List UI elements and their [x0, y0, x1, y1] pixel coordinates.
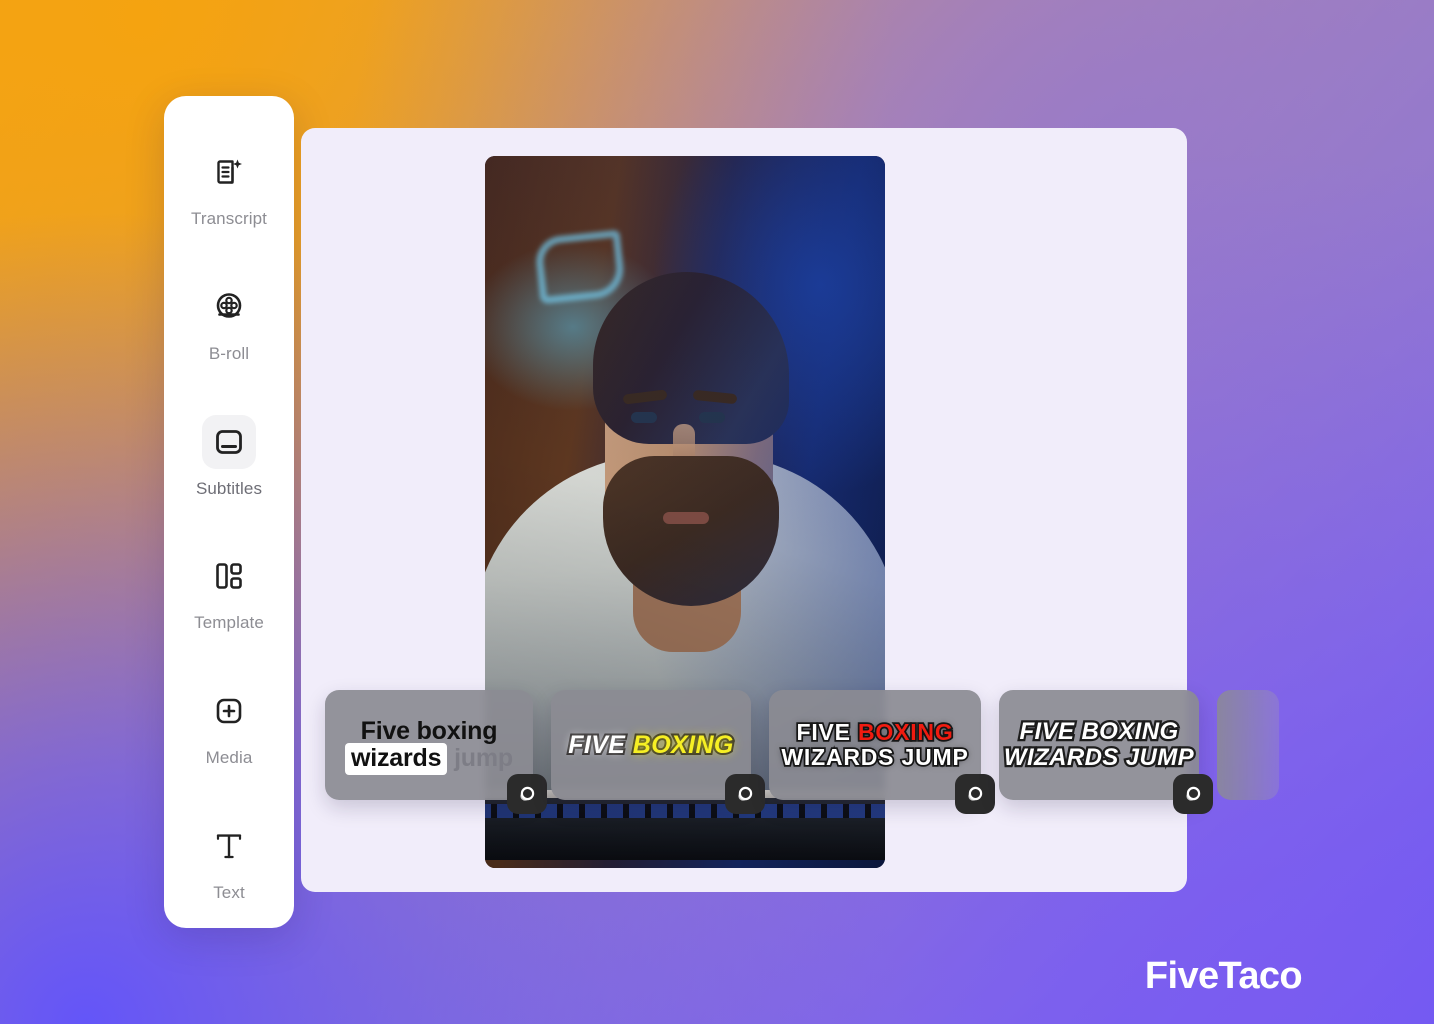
coin-stack-icon[interactable]	[725, 774, 765, 814]
sidebar-item-transcript[interactable]: Transcript	[164, 120, 294, 255]
caption-word-1: FIVE	[566, 729, 627, 760]
caption-line-1: FIVE BOXING	[1017, 716, 1180, 746]
sidebar-item-label: Subtitles	[195, 478, 263, 498]
brand-logo: FiveTaco	[1144, 955, 1303, 997]
subtitle-style-carousel[interactable]: Five boxing wizards jump FIVE BOXING FIV…	[325, 690, 1425, 814]
subtitles-icon	[202, 414, 256, 469]
caption-word-2: BOXING	[856, 718, 954, 746]
caption-line-2: WIZARDS JUMP	[780, 743, 970, 771]
film-reel-icon	[202, 280, 256, 334]
sidebar-item-label: Text	[213, 882, 245, 902]
subtitle-style-card-red-accent[interactable]: FIVE BOXING WIZARDS JUMP	[769, 690, 995, 814]
sidebar-item-template[interactable]: Template	[164, 524, 294, 659]
sidebar-item-text[interactable]: Text	[164, 793, 294, 928]
caption-line-1: FIVE BOXING	[781, 718, 968, 746]
caption-line-2: wizards jump	[345, 743, 513, 775]
coin-stack-icon[interactable]	[955, 774, 995, 814]
sidebar-item-broll[interactable]: B-roll	[164, 255, 294, 390]
sidebar-item-media[interactable]: Media	[164, 659, 294, 794]
sidebar-item-label: Template	[194, 613, 264, 633]
style-preview-text: FIVE BOXING WIZARDS JUMP	[1002, 716, 1196, 772]
caption-highlight-word: wizards	[345, 743, 448, 775]
subtitle-style-card-italic-outline[interactable]: FIVE BOXING WIZARDS JUMP	[999, 690, 1213, 814]
app-background: Transcript B-roll Subtitles Template Med…	[0, 0, 1434, 1024]
style-preview-text: FIVE BOXING WIZARDS JUMP	[780, 718, 970, 771]
caption-line-1: Five boxing	[360, 717, 498, 745]
sidebar-item-label: Media	[205, 748, 253, 768]
sidebar-item-subtitles[interactable]: Subtitles	[164, 389, 294, 524]
caption-word-1: FIVE	[795, 718, 852, 746]
coin-stack-icon[interactable]	[507, 774, 547, 814]
left-sidebar: Transcript B-roll Subtitles Template Med…	[164, 96, 294, 928]
text-t-icon	[202, 819, 256, 873]
caption-dim-word: jump	[454, 744, 513, 772]
coin-stack-icon[interactable]	[1173, 774, 1213, 814]
style-preview-text: Five boxing wizards jump	[345, 717, 513, 775]
transcript-sparkle-icon	[202, 145, 256, 199]
caption-word-2: BOXING	[631, 729, 736, 760]
template-layout-icon	[202, 549, 256, 603]
caption-line-2: WIZARDS JUMP	[1002, 742, 1196, 772]
subtitle-style-card-yellow-glow[interactable]: FIVE BOXING	[551, 690, 765, 814]
subtitle-style-card-plain-highlight[interactable]: Five boxing wizards jump	[325, 690, 547, 814]
style-preview-text: FIVE BOXING	[566, 729, 736, 760]
plus-square-icon	[202, 684, 256, 738]
subtitle-style-card-next-partial[interactable]	[1217, 690, 1279, 800]
sidebar-item-label: B-roll	[208, 344, 250, 363]
sidebar-item-label: Transcript	[191, 209, 267, 229]
